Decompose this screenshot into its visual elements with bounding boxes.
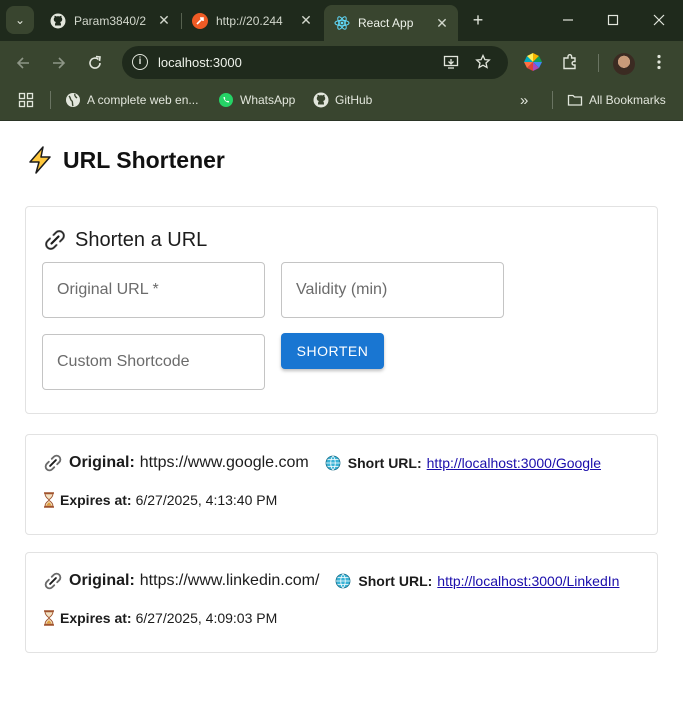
github-icon bbox=[313, 92, 329, 108]
star-icon[interactable] bbox=[474, 53, 492, 72]
bookmark-web-course[interactable]: A complete web en... bbox=[65, 85, 198, 115]
plus-icon: + bbox=[472, 10, 484, 30]
expires-value: 6/27/2025, 4:13:40 PM bbox=[135, 492, 278, 508]
bookmark-whatsapp[interactable]: WhatsApp bbox=[218, 85, 295, 115]
expires-label: Expires at: bbox=[60, 492, 132, 508]
address-bar[interactable]: i localhost:3000 bbox=[122, 46, 508, 79]
close-window-button[interactable] bbox=[647, 8, 671, 32]
bookmark-github[interactable]: GitHub bbox=[313, 85, 372, 115]
globe-icon bbox=[325, 455, 341, 471]
original-url-value: https://www.google.com bbox=[139, 454, 309, 471]
form-heading: Shorten a URL bbox=[43, 228, 207, 252]
result-card: Original: https://www.google.com Short U… bbox=[25, 434, 658, 535]
original-label: Original: bbox=[69, 454, 135, 471]
page-viewport: URL Shortener Shorten a URL SHORTEN Orig… bbox=[0, 121, 683, 728]
shorten-form-card: Shorten a URL SHORTEN bbox=[25, 206, 658, 414]
apps-button[interactable] bbox=[18, 85, 34, 115]
profile-avatar[interactable] bbox=[613, 53, 635, 75]
close-tab-icon[interactable]: ✕ bbox=[154, 12, 174, 29]
tab-title: http://20.244 bbox=[216, 13, 283, 28]
validity-field[interactable] bbox=[281, 262, 504, 318]
page-title: URL Shortener bbox=[25, 145, 225, 175]
forward-button[interactable] bbox=[47, 51, 71, 75]
short-url-label: Short URL: bbox=[358, 573, 433, 589]
close-icon bbox=[653, 14, 665, 26]
close-tab-icon[interactable]: ✕ bbox=[432, 15, 452, 32]
custom-shortcode-input[interactable] bbox=[43, 335, 264, 389]
page-title-text: URL Shortener bbox=[63, 146, 225, 173]
original-url-input[interactable] bbox=[43, 263, 264, 317]
minimize-icon bbox=[563, 19, 573, 21]
address-url[interactable]: localhost:3000 bbox=[158, 55, 242, 70]
folder-icon bbox=[567, 92, 583, 108]
tab-search-button[interactable]: ⌄ bbox=[6, 6, 34, 34]
globe-icon bbox=[335, 573, 351, 589]
more-bookmarks-button[interactable]: » bbox=[520, 85, 528, 115]
tab-postman[interactable]: http://20.244 ✕ bbox=[182, 5, 322, 36]
expiry-row: Expires at: 6/27/2025, 4:09:03 PM bbox=[43, 610, 277, 626]
more-menu-icon[interactable] bbox=[650, 53, 670, 73]
maximize-button[interactable] bbox=[601, 8, 625, 32]
tab-title: React App bbox=[358, 16, 414, 30]
all-bookmarks-button[interactable]: All Bookmarks bbox=[567, 85, 666, 115]
apps-grid-icon bbox=[18, 92, 34, 108]
whatsapp-icon bbox=[218, 92, 234, 108]
tab-react-app-active[interactable]: React App ✕ bbox=[324, 5, 458, 41]
color-extension-icon[interactable] bbox=[524, 53, 544, 73]
chevron-down-icon: ⌄ bbox=[14, 13, 26, 27]
hourglass-icon bbox=[43, 492, 55, 508]
toolbar-divider bbox=[598, 54, 599, 72]
shorten-button[interactable]: SHORTEN bbox=[281, 333, 384, 369]
close-tab-icon[interactable]: ✕ bbox=[296, 12, 316, 29]
arrow-right-icon bbox=[53, 57, 66, 69]
new-tab-button[interactable]: + bbox=[466, 8, 490, 32]
maximize-icon bbox=[607, 14, 619, 26]
form-heading-text: Shorten a URL bbox=[75, 228, 208, 251]
tab-title: Param3840/2 bbox=[74, 13, 147, 28]
bookmark-label: A complete web en... bbox=[87, 93, 199, 107]
browser-tab-bar: ⌄ Param3840/2 ✕ http://20.244 ✕ React Ap… bbox=[0, 0, 683, 41]
minimize-button[interactable] bbox=[556, 8, 580, 32]
back-button[interactable] bbox=[11, 51, 35, 75]
tab-github[interactable]: Param3840/2 ✕ bbox=[40, 5, 180, 36]
bookmark-label: GitHub bbox=[335, 93, 373, 107]
bookmark-label: WhatsApp bbox=[240, 93, 296, 107]
install-app-icon[interactable] bbox=[442, 54, 460, 72]
original-label: Original: bbox=[69, 572, 135, 589]
react-icon bbox=[334, 15, 350, 31]
double-chevron-right-icon: » bbox=[520, 91, 529, 109]
site-info-icon[interactable]: i bbox=[132, 54, 148, 70]
result-card: Original: https://www.linkedin.com/ Shor… bbox=[25, 552, 658, 653]
extensions-puzzle-icon[interactable] bbox=[561, 53, 581, 73]
bookmarks-bar: A complete web en... WhatsApp GitHub » A… bbox=[0, 85, 683, 121]
short-url-link[interactable]: http://localhost:3000/LinkedIn bbox=[437, 573, 619, 589]
hourglass-icon bbox=[43, 610, 55, 626]
short-url-link[interactable]: http://localhost:3000/Google bbox=[427, 455, 601, 471]
github-icon bbox=[50, 13, 66, 29]
result-urls-row: Original: https://www.google.com Short U… bbox=[43, 453, 601, 473]
arrow-left-icon bbox=[16, 57, 29, 69]
original-url-field[interactable] bbox=[42, 262, 265, 318]
expires-label: Expires at: bbox=[60, 610, 132, 626]
reload-button[interactable] bbox=[83, 51, 107, 75]
expiry-row: Expires at: 6/27/2025, 4:13:40 PM bbox=[43, 492, 277, 508]
bookmarks-divider bbox=[552, 91, 553, 109]
original-url-value: https://www.linkedin.com/ bbox=[139, 572, 320, 589]
globe-icon bbox=[65, 92, 81, 108]
bookmarks-divider bbox=[50, 91, 51, 109]
validity-input[interactable] bbox=[282, 263, 503, 317]
reload-icon bbox=[89, 55, 101, 69]
browser-toolbar: i localhost:3000 bbox=[0, 41, 683, 85]
custom-shortcode-field[interactable] bbox=[42, 334, 265, 390]
result-urls-row: Original: https://www.linkedin.com/ Shor… bbox=[43, 571, 619, 591]
lightning-icon bbox=[25, 145, 55, 175]
paperclip-icon bbox=[43, 571, 63, 591]
expires-value: 6/27/2025, 4:09:03 PM bbox=[135, 610, 278, 626]
postman-icon bbox=[192, 12, 208, 29]
paperclip-icon bbox=[43, 453, 63, 473]
short-url-label: Short URL: bbox=[347, 455, 422, 471]
all-bookmarks-label: All Bookmarks bbox=[589, 93, 666, 107]
paperclip-icon bbox=[43, 228, 67, 252]
